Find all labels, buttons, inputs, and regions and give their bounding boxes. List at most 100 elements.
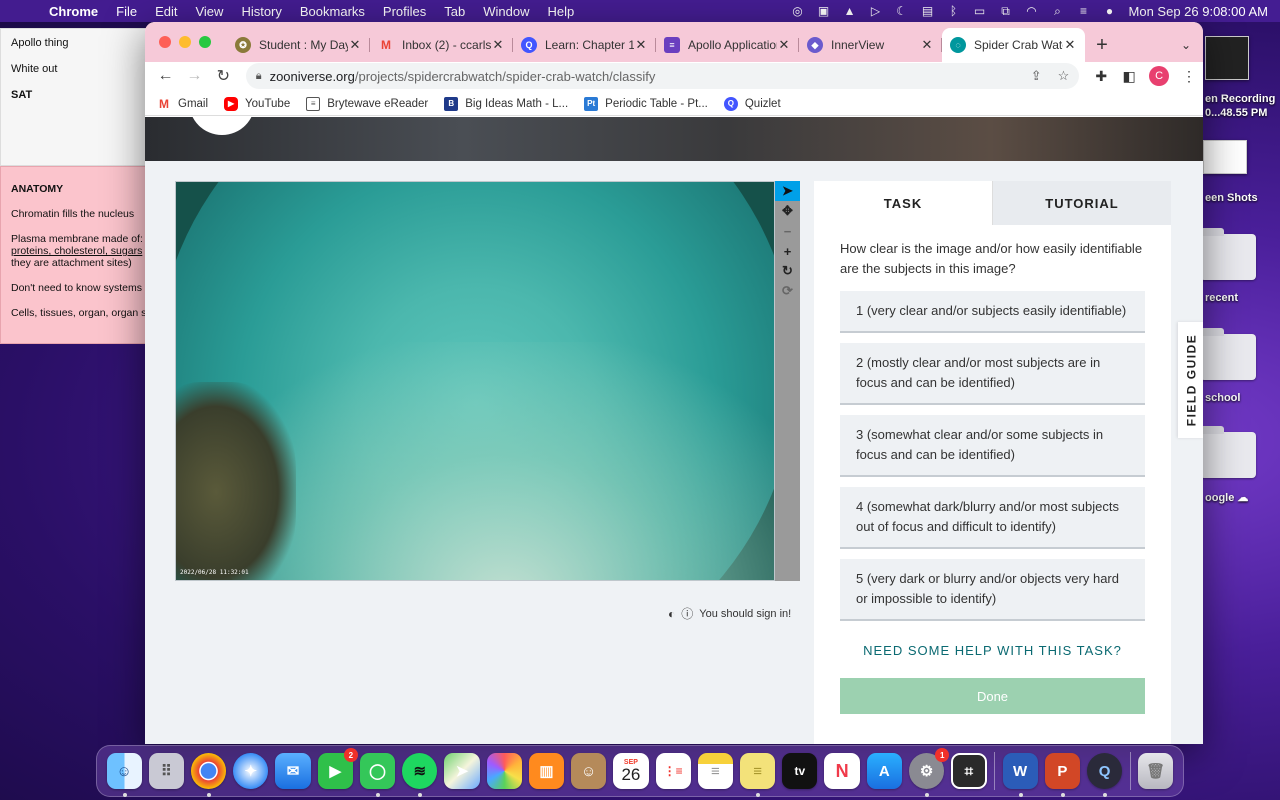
- menu-clock[interactable]: Mon Sep 26 9:08:00 AM: [1123, 4, 1280, 19]
- bookmark-gmail[interactable]: M Gmail: [157, 97, 208, 111]
- chrome-menu-icon[interactable]: ⋮: [1175, 68, 1203, 85]
- extensions-puzzle-icon[interactable]: ✚: [1087, 68, 1115, 85]
- fullscreen-window-icon[interactable]: [199, 36, 211, 48]
- maps-icon[interactable]: ➤: [444, 753, 480, 789]
- close-tab-icon[interactable]: ✕: [491, 37, 505, 53]
- mail-icon[interactable]: ✉: [275, 753, 311, 789]
- close-tab-icon[interactable]: ✕: [777, 37, 791, 53]
- wifi-icon[interactable]: ◠: [1019, 4, 1045, 18]
- sticky-note-pink[interactable]: ANATOMY Chromatin fills the nucleus Plas…: [0, 166, 150, 344]
- spotlight-search-icon[interactable]: ⌕: [1045, 4, 1071, 19]
- menu-bookmarks[interactable]: Bookmarks: [291, 4, 374, 19]
- tab-tutorial[interactable]: TUTORIAL: [992, 181, 1171, 225]
- tab-apollo-application[interactable]: ≡ Apollo Application ✕: [656, 28, 799, 62]
- address-bar[interactable]: 🔒︎ zooniverse.org/projects/spidercrabwat…: [245, 63, 1080, 89]
- quicktime-icon[interactable]: Q: [1086, 753, 1123, 797]
- minimize-window-icon[interactable]: [179, 36, 191, 48]
- menu-profiles[interactable]: Profiles: [374, 4, 435, 19]
- display-icon[interactable]: ▤: [915, 4, 941, 18]
- screenshots-folder-label[interactable]: een Shots: [1205, 192, 1258, 204]
- chrome-icon[interactable]: [190, 753, 227, 797]
- word-icon[interactable]: W: [1002, 753, 1038, 797]
- close-tab-icon[interactable]: ✕: [1063, 37, 1077, 53]
- project-avatar[interactable]: [189, 117, 255, 135]
- photos-icon[interactable]: [486, 753, 522, 789]
- tab-gmail-inbox[interactable]: M Inbox (2) - ccarls ✕: [370, 28, 513, 62]
- lock-icon[interactable]: 🔒︎: [256, 70, 262, 83]
- share-icon[interactable]: ⇪: [1031, 68, 1042, 84]
- task-help-link[interactable]: NEED SOME HELP WITH THIS TASK?: [814, 643, 1171, 658]
- new-tab-button[interactable]: +: [1085, 28, 1119, 62]
- creative-cloud-icon[interactable]: ◎: [785, 4, 811, 18]
- folder-icon[interactable]: [1200, 228, 1256, 280]
- answer-option-3[interactable]: 3 (somewhat clear and/or some subjects i…: [840, 415, 1145, 477]
- bookmark-brytewave[interactable]: ≡ Brytewave eReader: [306, 96, 428, 111]
- tab-search-chevron-icon[interactable]: ⌄: [1169, 28, 1203, 62]
- news-icon[interactable]: N: [824, 753, 860, 789]
- side-panel-icon[interactable]: ◧: [1115, 68, 1143, 85]
- tab-innerview[interactable]: ◆ InnerView ✕: [799, 28, 942, 62]
- bluetooth-icon[interactable]: ᛒ: [941, 4, 967, 18]
- close-tab-icon[interactable]: ✕: [348, 37, 362, 53]
- answer-option-4[interactable]: 4 (somewhat dark/blurry and/or most subj…: [840, 487, 1145, 549]
- recent-folder-label[interactable]: recent: [1205, 292, 1238, 304]
- screen-recording-thumbnail[interactable]: [1205, 36, 1249, 80]
- trash-icon[interactable]: 🗑︎: [1138, 753, 1174, 789]
- menu-tab[interactable]: Tab: [435, 4, 474, 19]
- bookmark-star-icon[interactable]: ☆: [1058, 68, 1070, 84]
- finder-icon[interactable]: ☺: [106, 753, 142, 797]
- answer-option-2[interactable]: 2 (mostly clear and/or most subjects are…: [840, 343, 1145, 405]
- pointer-icon[interactable]: ➤: [775, 181, 800, 201]
- folder-icon[interactable]: [1200, 426, 1256, 478]
- reload-icon[interactable]: ↻: [209, 66, 238, 86]
- spotify-icon[interactable]: ≋: [402, 753, 438, 797]
- move-icon[interactable]: ✥: [775, 201, 800, 221]
- zoom-out-icon[interactable]: −: [775, 221, 800, 241]
- menu-window[interactable]: Window: [474, 4, 538, 19]
- info-icon[interactable]: ⓘ: [681, 605, 693, 622]
- tab-task[interactable]: TASK: [814, 181, 992, 225]
- answer-option-5[interactable]: 5 (very dark or blurry and/or objects ve…: [840, 559, 1145, 621]
- reminders-icon[interactable]: ⋮≡: [655, 753, 691, 789]
- bookmark-big-ideas-math[interactable]: B Big Ideas Math - L...: [444, 96, 568, 111]
- menu-edit[interactable]: Edit: [146, 4, 186, 19]
- screen-share-icon[interactable]: ▲: [837, 4, 863, 18]
- google-folder-label[interactable]: oogle ☁: [1205, 491, 1248, 504]
- focus-moon-icon[interactable]: ☾: [889, 4, 915, 18]
- subject-image[interactable]: 2022/06/28 11:32:01: [175, 181, 775, 581]
- screen-mirror-icon[interactable]: ⧉: [993, 4, 1019, 19]
- stickies-icon[interactable]: ≡: [740, 753, 776, 797]
- calendar-icon[interactable]: SEP 26: [613, 753, 649, 789]
- powerpoint-icon[interactable]: P: [1044, 753, 1080, 797]
- apple-tv-icon[interactable]: tv: [782, 753, 818, 789]
- screen-frame-icon[interactable]: ⌗: [951, 753, 987, 789]
- folder-icon[interactable]: [1200, 328, 1256, 380]
- school-folder-label[interactable]: school: [1205, 392, 1240, 404]
- contacts-icon[interactable]: ☺: [571, 753, 607, 789]
- notes-icon[interactable]: ≡: [697, 753, 734, 789]
- invert-colors-icon[interactable]: ◐: [668, 607, 675, 621]
- menu-view[interactable]: View: [186, 4, 232, 19]
- facetime-icon[interactable]: ▶ 2: [317, 748, 358, 789]
- menu-file[interactable]: File: [107, 4, 146, 19]
- app-store-icon[interactable]: A: [866, 753, 902, 789]
- bookmark-youtube[interactable]: ▶ YouTube: [224, 96, 290, 111]
- siri-icon[interactable]: ●: [1097, 4, 1123, 18]
- profile-avatar[interactable]: C: [1149, 66, 1170, 86]
- grammarly-icon[interactable]: ▣: [811, 4, 837, 18]
- bookmark-periodic-table[interactable]: Pt Periodic Table - Pt...: [584, 96, 708, 111]
- tab-student-my-day[interactable]: ✪ Student : My Day ✕: [227, 28, 370, 62]
- screen-recording-label[interactable]: en Recording: [1205, 93, 1275, 105]
- rotate-icon[interactable]: ↻: [775, 261, 800, 281]
- screenshots-thumbnail[interactable]: [1203, 140, 1247, 174]
- done-button[interactable]: Done: [840, 678, 1145, 714]
- close-tab-icon[interactable]: ✕: [634, 37, 648, 53]
- forward-arrow-icon[interactable]: →: [180, 67, 209, 85]
- control-center-icon[interactable]: ≡: [1071, 4, 1097, 18]
- tab-quizlet-learn[interactable]: Q Learn: Chapter 1 ✕: [513, 28, 656, 62]
- menu-history[interactable]: History: [232, 4, 290, 19]
- play-icon[interactable]: ▷: [863, 4, 889, 18]
- system-settings-icon[interactable]: ⚙ 1: [908, 748, 950, 797]
- battery-icon[interactable]: ▭: [967, 4, 993, 18]
- sticky-note-white[interactable]: Apollo thing White out SAT: [0, 28, 150, 166]
